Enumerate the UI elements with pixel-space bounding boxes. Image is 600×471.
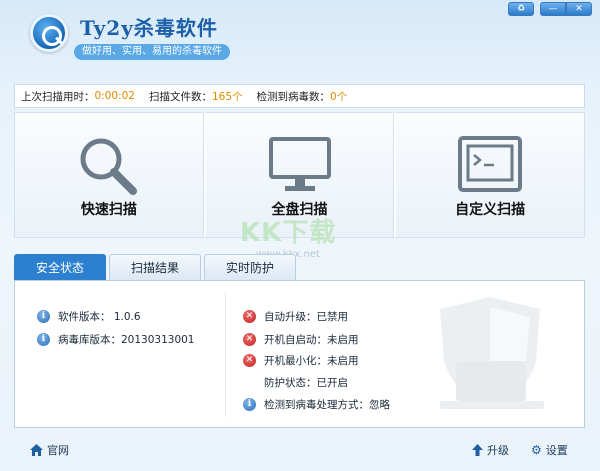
tab-bar: 安全状态 扫描结果 实时防护 xyxy=(14,254,296,280)
footer-bar: 官网 升级 ⚙ 设置 xyxy=(0,436,600,462)
tab-scan-results[interactable]: 扫描结果 xyxy=(109,254,201,280)
panel-divider xyxy=(225,293,226,417)
start-minimized-status: 开机最小化：未启用 xyxy=(264,355,359,367)
shield-computer-icon xyxy=(440,297,544,409)
tab-realtime-protection[interactable]: 实时防护 xyxy=(204,254,296,280)
homepage-link[interactable]: 官网 xyxy=(30,442,69,458)
quick-scan-label: 快速扫描 xyxy=(80,202,137,218)
files-scanned-label: 扫描文件数： xyxy=(148,90,212,103)
virus-db-version: 病毒库版本：20130313001 xyxy=(58,334,195,346)
auto-start-status: 开机自启动：未启用 xyxy=(264,334,359,346)
upgrade-label: 升级 xyxy=(487,444,509,457)
skin-button[interactable]: ♻ xyxy=(508,2,534,16)
files-scanned-value: 165个 xyxy=(211,90,243,103)
app-title: Ty2y杀毒软件 xyxy=(80,16,218,40)
virus-db-version-row: i 病毒库版本：20130313001 xyxy=(37,332,194,347)
info-icon: i xyxy=(37,333,50,346)
error-icon: ✕ xyxy=(243,354,256,367)
window-controls: ♻ — ✕ xyxy=(508,2,592,16)
minimize-button[interactable]: — xyxy=(540,2,566,16)
auto-upgrade-status: 自动升级：已禁用 xyxy=(264,311,348,323)
protection-row: 防护状态：已开启 xyxy=(264,375,348,390)
magnifier-icon xyxy=(80,138,137,195)
software-version-row: i 软件版本： 1.0.6 xyxy=(37,309,141,324)
info-icon: i xyxy=(243,398,256,411)
auto-upgrade-row: ✕ 自动升级：已禁用 xyxy=(243,309,348,324)
homepage-label: 官网 xyxy=(47,444,69,457)
terminal-window-icon xyxy=(458,136,523,192)
arrow-up-icon xyxy=(472,444,483,456)
custom-scan-label: 自定义扫描 xyxy=(455,202,526,218)
gear-icon: ⚙ xyxy=(531,443,542,457)
software-version: 软件版本： 1.0.6 xyxy=(58,311,141,323)
tab-security-status[interactable]: 安全状态 xyxy=(14,254,106,280)
last-scan-value: 0:00:02 xyxy=(94,90,135,102)
viruses-found-value: 0个 xyxy=(330,90,348,103)
settings-label: 设置 xyxy=(545,444,568,457)
auto-start-row: ✕ 开机自启动：未启用 xyxy=(243,332,359,347)
close-button[interactable]: ✕ xyxy=(566,2,592,16)
error-icon: ✕ xyxy=(243,310,256,323)
virus-action-row: i 检测到病毒处理方式：忽略 xyxy=(243,397,390,412)
viruses-found-label: 检测到病毒数： xyxy=(256,90,331,103)
error-icon: ✕ xyxy=(243,333,256,346)
start-minimized-row: ✕ 开机最小化：未启用 xyxy=(243,353,359,368)
app-slogan: 做好用、实用、易用的杀毒软件 xyxy=(74,44,230,60)
monitor-icon xyxy=(268,137,331,191)
virus-action-status: 检测到病毒处理方式：忽略 xyxy=(264,399,390,411)
watermark-text: KK下载 xyxy=(240,218,337,248)
quick-scan-button[interactable]: 快速扫描 xyxy=(14,112,204,238)
custom-scan-button[interactable]: 自定义扫描 xyxy=(394,112,586,238)
app-logo-icon xyxy=(30,14,68,52)
settings-button[interactable]: ⚙ 设置 xyxy=(531,442,568,458)
last-scan-label: 上次扫描用时： xyxy=(21,90,95,103)
security-status-panel: i 软件版本： 1.0.6 i 病毒库版本：20130313001 ✕ 自动升级… xyxy=(14,280,585,428)
scan-stats-bar: 上次扫描用时： 0:00:02 扫描文件数： 165个 检测到病毒数： 0个 xyxy=(14,84,585,108)
upgrade-button[interactable]: 升级 xyxy=(472,442,509,458)
home-icon xyxy=(30,444,43,456)
protection-status: 防护状态：已开启 xyxy=(264,377,348,389)
info-icon: i xyxy=(37,310,50,323)
